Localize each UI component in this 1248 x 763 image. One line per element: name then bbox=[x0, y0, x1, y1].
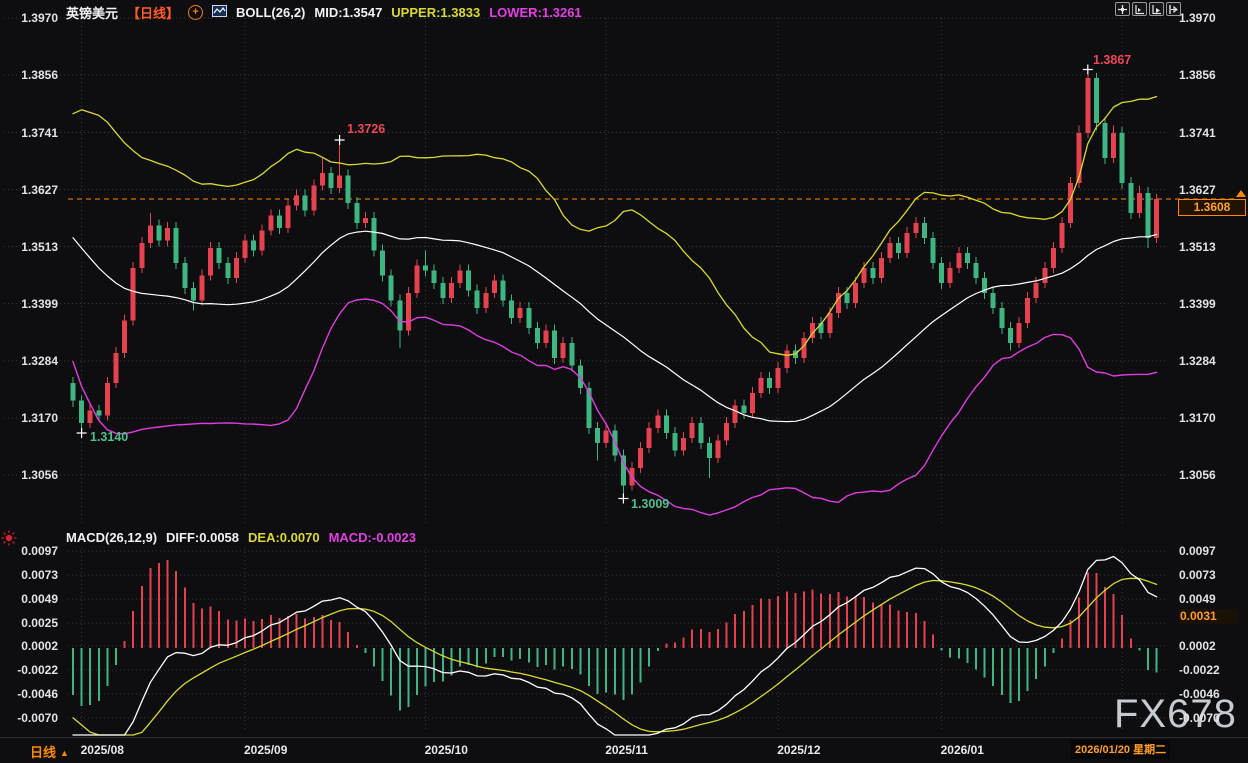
boll-lower: LOWER:1.3261 bbox=[489, 5, 581, 20]
macd-axis-label-left: -0.0046 bbox=[0, 687, 58, 701]
annotation-low-1: 1.3140 bbox=[90, 430, 128, 444]
price-axis-label-left: 1.3741 bbox=[0, 126, 58, 140]
macd-diff: DIFF:0.0058 bbox=[166, 530, 239, 545]
price-axis-label-right: 1.3741 bbox=[1179, 126, 1216, 140]
price-axis-label-left: 1.3513 bbox=[0, 240, 58, 254]
current-date-badge: 2026/01/20 星期二 bbox=[1071, 740, 1170, 759]
price-axis-label-right: 1.3627 bbox=[1179, 183, 1216, 197]
price-axis-label-left: 1.3627 bbox=[0, 183, 58, 197]
macd-axis-label-left: -0.0070 bbox=[0, 711, 58, 725]
macd-value: MACD:-0.0023 bbox=[329, 530, 416, 545]
add-indicator-icon[interactable]: + bbox=[188, 5, 203, 20]
price-axis-label-right: 1.3056 bbox=[1179, 468, 1216, 482]
time-axis-label: 2025/10 bbox=[425, 743, 468, 757]
macd-axis-label-left: 0.0025 bbox=[0, 616, 58, 630]
price-axis-label-left: 1.3284 bbox=[0, 354, 58, 368]
alarm-icon[interactable] bbox=[1, 530, 17, 551]
export-right-icon[interactable] bbox=[1166, 2, 1181, 16]
period-selector[interactable]: 日线 ▲ bbox=[30, 742, 69, 761]
candlestick-mini-icon bbox=[212, 5, 227, 20]
chart-toolbar bbox=[1115, 2, 1181, 16]
macd-axis-highlight-badge: 0.0031 bbox=[1178, 609, 1238, 624]
axis-zoom-left-icon[interactable] bbox=[1132, 2, 1147, 16]
price-axis-label-right: 1.3399 bbox=[1179, 297, 1216, 311]
macd-axis-label-right: 0.0097 bbox=[1179, 544, 1216, 558]
triangle-up-icon: ▲ bbox=[60, 748, 69, 758]
chart-header: 英镑美元 【日线】 + BOLL(26,2) MID:1.3547 UPPER:… bbox=[66, 3, 582, 22]
macd-header: MACD(26,12,9) DIFF:0.0058 DEA:0.0070 MAC… bbox=[66, 530, 416, 545]
price-axis-label-right: 1.3284 bbox=[1179, 354, 1216, 368]
candlestick-chart-canvas[interactable] bbox=[0, 0, 1248, 763]
trading-chart-window: 英镑美元 【日线】 + BOLL(26,2) MID:1.3547 UPPER:… bbox=[0, 0, 1248, 763]
macd-axis-label-left: 0.0049 bbox=[0, 592, 58, 606]
price-axis-label-right: 1.3513 bbox=[1179, 240, 1216, 254]
macd-axis-label-left: -0.0022 bbox=[0, 663, 58, 677]
time-axis-label: 2025/11 bbox=[605, 743, 648, 757]
axis-play-icon[interactable] bbox=[1149, 2, 1164, 16]
price-axis-label-left: 1.3399 bbox=[0, 297, 58, 311]
annotation-low-2: 1.3009 bbox=[631, 497, 669, 511]
price-axis-label-right: 1.3856 bbox=[1179, 68, 1216, 82]
symbol-name: 英镑美元 bbox=[66, 3, 118, 22]
annotation-high-2: 1.3867 bbox=[1093, 53, 1131, 67]
boll-label: BOLL(26,2) bbox=[236, 5, 305, 20]
price-axis-label-left: 1.3970 bbox=[0, 11, 58, 25]
price-axis-label-right: 1.3970 bbox=[1179, 11, 1216, 25]
macd-axis-label-left: 0.0073 bbox=[0, 568, 58, 582]
macd-axis-label-left: 0.0002 bbox=[0, 639, 58, 653]
macd-axis-label-right: -0.0022 bbox=[1179, 663, 1220, 677]
macd-dea: DEA:0.0070 bbox=[248, 530, 320, 545]
time-axis-label: 2025/08 bbox=[81, 743, 124, 757]
current-price-badge: 1.3608 bbox=[1178, 199, 1246, 216]
period-tag: 【日线】 bbox=[127, 3, 179, 22]
boll-mid: MID:1.3547 bbox=[314, 5, 382, 20]
price-axis-label-right: 1.3170 bbox=[1179, 411, 1216, 425]
time-axis-label: 2026/01 bbox=[941, 743, 984, 757]
price-axis-label-left: 1.3056 bbox=[0, 468, 58, 482]
time-axis-label: 2025/12 bbox=[777, 743, 820, 757]
boll-upper: UPPER:1.3833 bbox=[391, 5, 480, 20]
annotation-high-1: 1.3726 bbox=[347, 122, 385, 136]
period-selector-label: 日线 bbox=[30, 745, 56, 760]
macd-axis-label-right: 0.0049 bbox=[1179, 592, 1216, 606]
macd-axis-label-right: -0.0070 bbox=[1179, 711, 1220, 725]
macd-label: MACD(26,12,9) bbox=[66, 530, 157, 545]
price-axis-label-left: 1.3856 bbox=[0, 68, 58, 82]
time-axis-label: 2025/09 bbox=[244, 743, 287, 757]
macd-axis-label-right: 0.0073 bbox=[1179, 568, 1216, 582]
macd-axis-label-right: 0.0002 bbox=[1179, 639, 1216, 653]
crosshair-icon[interactable] bbox=[1115, 2, 1130, 16]
macd-axis-label-right: -0.0046 bbox=[1179, 687, 1220, 701]
price-axis-label-left: 1.3170 bbox=[0, 411, 58, 425]
